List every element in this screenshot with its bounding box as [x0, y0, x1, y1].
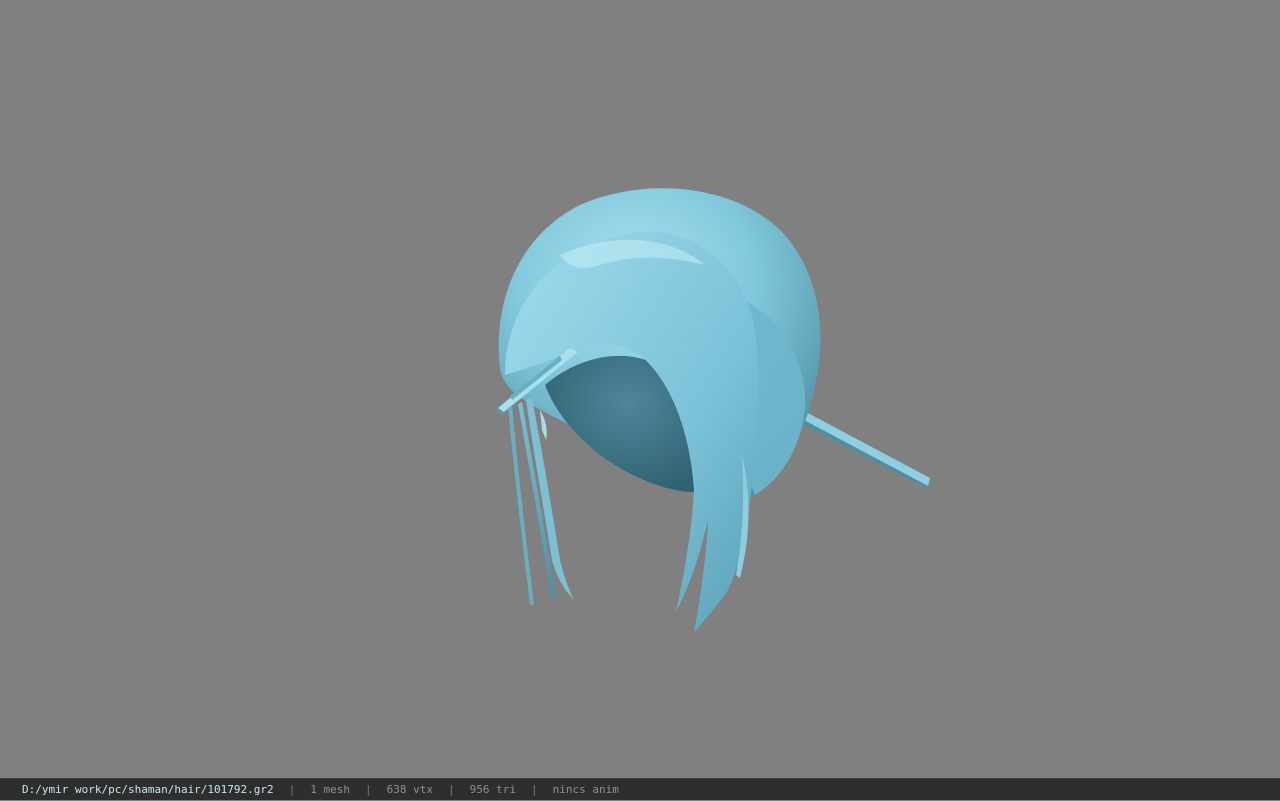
animation-status: nincs anim [552, 782, 619, 796]
hair-model [496, 188, 930, 632]
vertex-count: 638 vtx [386, 782, 434, 796]
status-separator: | [365, 782, 372, 796]
status-separator: | [448, 782, 455, 796]
status-bar: D:/ymir work/pc/shaman/hair/101792.gr2 |… [0, 778, 1280, 800]
3d-viewport[interactable] [0, 0, 1280, 778]
hair-pin-right [798, 412, 930, 488]
mesh-count: 1 mesh [310, 782, 351, 796]
triangle-count: 956 tri [469, 782, 517, 796]
status-separator: | [531, 782, 538, 796]
hair-strands-left [508, 398, 574, 605]
status-separator: | [288, 782, 296, 796]
file-path: D:/ymir work/pc/shaman/hair/101792.gr2 [22, 782, 274, 796]
